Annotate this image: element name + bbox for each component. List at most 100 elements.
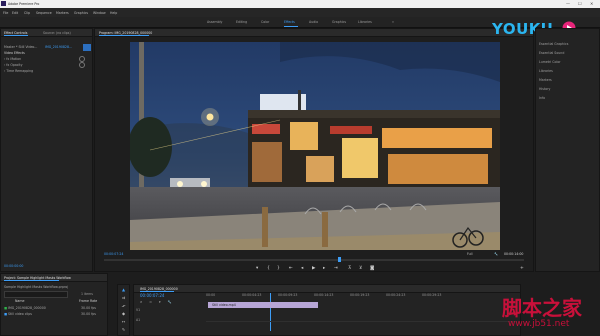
extract-icon[interactable]: ⊻ <box>359 266 362 271</box>
project-panel-header: Project: Sample Highlight Masks Workflow <box>1 274 107 282</box>
effect-row-opacity[interactable]: › fx Opacity <box>4 63 23 67</box>
lift-icon[interactable]: ⊼ <box>348 266 351 271</box>
column-frame-rate[interactable]: Frame Rate <box>79 299 97 303</box>
project-title[interactable]: Project: Sample Highlight Masks Workflow <box>4 276 71 280</box>
project-item[interactable]: ■ Still video clips <box>4 312 32 316</box>
program-timecode-current[interactable]: 00:00:07:24 <box>104 252 123 256</box>
tab-source[interactable]: Source: (no clips) <box>43 31 71 35</box>
ripple-edit-icon[interactable]: ⟛ <box>120 303 127 309</box>
menu-window[interactable]: Window <box>93 11 106 15</box>
master-clip-label[interactable]: Master * Still Video... <box>4 45 37 49</box>
timeline-clip-label: Still video.mp4 <box>212 303 236 307</box>
wrench-icon[interactable]: 🔧 <box>168 300 172 304</box>
workspace-color[interactable]: Color <box>261 20 269 24</box>
panel-history[interactable]: History <box>539 87 550 91</box>
selection-tool-icon[interactable]: ▲ <box>120 287 127 293</box>
panel-info[interactable]: Info <box>539 96 545 100</box>
tab-active-indicator <box>140 291 174 292</box>
sequence-clip-label[interactable]: IMG_20190828... <box>45 45 72 49</box>
project-path: Sample Highlight Masks Workflow.prproj <box>4 285 69 289</box>
jb51-watermark: 脚本之家 www.jb51.net <box>500 290 600 336</box>
app-icon <box>1 1 6 6</box>
menu-bar: File Edit Clip Sequence Markers Graphics… <box>0 8 600 17</box>
active-workspace-underline <box>284 26 298 27</box>
menu-markers[interactable]: Markers <box>56 11 69 15</box>
go-to-in-icon[interactable]: ⇤ <box>289 266 293 271</box>
ruler-label: 00:00:24:23 <box>386 293 406 297</box>
program-monitor-title[interactable]: Program: IMG_20190828_000000 <box>99 31 152 35</box>
workspace-libraries[interactable]: Libraries <box>358 20 372 24</box>
workspace-editing[interactable]: Editing <box>236 20 247 24</box>
linked-selection-icon[interactable]: ⊂ <box>149 300 152 304</box>
tools-panel: ▲ ⇉ ⟛ ◆ ↔ ✎ <box>117 284 130 336</box>
effect-row-label: Time Remapping <box>6 69 34 73</box>
timeline-sequence-tab[interactable]: IMG_20190828_000000 <box>140 287 178 291</box>
menu-file[interactable]: File <box>3 11 8 15</box>
timeline-playhead[interactable] <box>270 293 271 331</box>
menu-edit[interactable]: Edit <box>12 11 18 15</box>
program-timecode-duration: 00:00:14:00 <box>504 252 524 256</box>
maximize-button[interactable]: ☐ <box>578 1 582 6</box>
project-item-fps: 30.00 fps <box>81 306 96 310</box>
video-effects-heading: Video Effects <box>4 51 25 55</box>
slip-tool-icon[interactable]: ↔ <box>120 319 127 325</box>
window-title: Adobe Premiere Pro <box>8 2 40 6</box>
export-frame-icon[interactable]: ◙ <box>370 266 374 271</box>
effect-controls-tabs: Effect Controls Source: (no clips) <box>1 29 92 37</box>
panel-essential-graphics[interactable]: Essential Graphics <box>539 42 568 46</box>
project-item-count: 1 items <box>81 292 93 296</box>
filter-icon[interactable] <box>83 44 91 51</box>
menu-sequence[interactable]: Sequence <box>36 11 52 15</box>
program-scrub-bar[interactable] <box>104 259 524 261</box>
settings-icon[interactable]: 🔧 <box>494 252 498 256</box>
project-item[interactable]: ■ IMG_20190828_000000 <box>4 306 46 310</box>
menu-help[interactable]: Help <box>110 11 117 15</box>
add-marker-icon[interactable]: ▾ <box>256 266 258 271</box>
snap-icon[interactable]: ∩ <box>140 300 142 304</box>
timeline-timecode[interactable]: 00:00:07:24 <box>140 294 164 298</box>
night-street-scene <box>130 42 500 250</box>
menu-graphics[interactable]: Graphics <box>74 11 88 15</box>
close-button[interactable]: ✕ <box>590 1 593 6</box>
timeline-clip[interactable]: Still video.mp4 <box>208 302 318 308</box>
workspace-effects[interactable]: Effects <box>284 20 295 24</box>
workspace-overflow-button[interactable]: » <box>392 20 394 24</box>
program-video-frame[interactable] <box>130 42 500 250</box>
workspace-graphics[interactable]: Graphics <box>332 20 346 24</box>
pen-tool-icon[interactable]: ✎ <box>120 327 127 333</box>
go-to-out-icon[interactable]: ⇥ <box>334 266 338 271</box>
play-icon[interactable]: ▶ <box>312 266 315 271</box>
tab-active-indicator <box>4 35 28 36</box>
project-item-name: IMG_20190828_000000 <box>8 306 46 310</box>
panel-lumetri-color[interactable]: Lumetri Color <box>539 60 561 64</box>
mark-out-icon[interactable]: } <box>277 266 280 271</box>
minimize-button[interactable]: — <box>566 1 570 6</box>
track-select-icon[interactable]: ⇉ <box>120 295 127 301</box>
add-marker-icon[interactable]: ▾ <box>159 300 161 304</box>
track-v1-label[interactable]: V1 <box>136 308 140 312</box>
program-quality-select[interactable]: Full <box>467 252 472 256</box>
project-search-input[interactable] <box>4 291 68 298</box>
playhead-marker[interactable] <box>338 257 341 262</box>
panel-libraries[interactable]: Libraries <box>539 69 553 73</box>
effect-row-time-remapping[interactable]: › Time Remapping <box>4 69 33 73</box>
track-a1-label[interactable]: A1 <box>136 318 140 322</box>
razor-tool-icon[interactable]: ◆ <box>120 311 127 317</box>
tab-active-indicator <box>4 280 59 281</box>
button-editor-icon[interactable]: + <box>520 266 524 271</box>
timeline-ruler[interactable]: 00:00 00:00:04:23 00:00:09:23 00:00:14:2… <box>206 293 516 299</box>
panel-essential-sound[interactable]: Essential Sound <box>539 51 564 55</box>
workspace-audio[interactable]: Audio <box>309 20 318 24</box>
column-name[interactable]: Name <box>15 299 24 303</box>
tab-effect-controls[interactable]: Effect Controls <box>4 31 27 35</box>
reset-icon[interactable] <box>79 62 85 68</box>
mark-in-icon[interactable]: { <box>267 266 270 271</box>
menu-clip[interactable]: Clip <box>24 11 30 15</box>
effect-controls-panel: Effect Controls Source: (no clips) Maste… <box>0 28 93 272</box>
step-forward-icon[interactable]: ▸ <box>323 266 325 271</box>
workspace-assembly[interactable]: Assembly <box>207 20 222 24</box>
effect-row-motion[interactable]: › fx Motion <box>4 57 21 61</box>
step-back-icon[interactable]: ◂ <box>301 266 303 271</box>
panel-markers[interactable]: Markers <box>539 78 552 82</box>
effect-row-label: Opacity <box>10 63 23 67</box>
